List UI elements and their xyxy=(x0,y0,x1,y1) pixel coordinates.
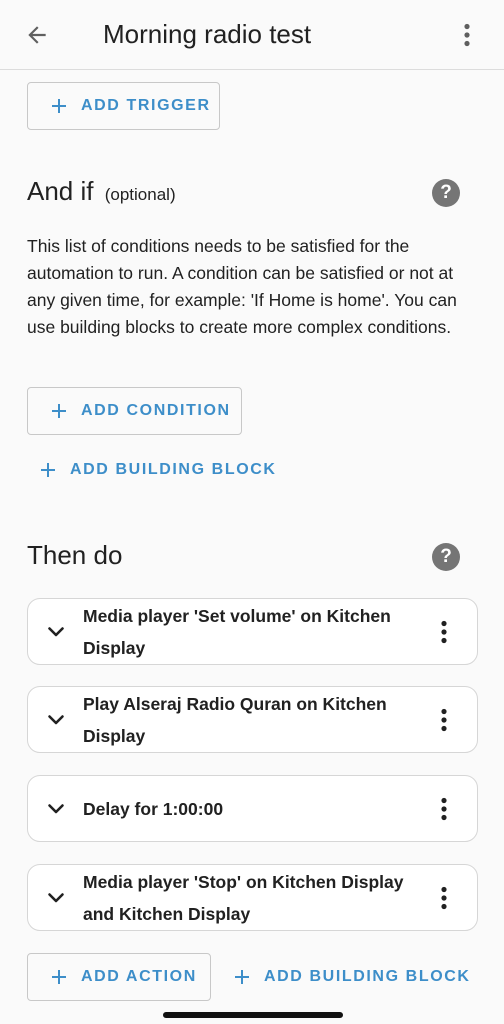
dots-vertical-icon xyxy=(464,23,470,47)
action-menu-button[interactable] xyxy=(429,792,459,826)
add-condition-label: ADD CONDITION xyxy=(81,402,231,419)
add-action-button[interactable]: ADD ACTION xyxy=(27,953,211,1001)
chevron-down-icon xyxy=(48,893,64,903)
conditions-description: This list of conditions needs to be sati… xyxy=(27,236,457,337)
plus-icon xyxy=(235,970,249,984)
actions-title: Then do xyxy=(27,540,123,570)
home-indicator[interactable] xyxy=(163,1012,343,1018)
action-label: Media player 'Stop' on Kitchen Display a… xyxy=(83,871,404,924)
action-label: Media player 'Set volume' on Kitchen Dis… xyxy=(83,605,391,658)
dots-vertical-icon xyxy=(441,886,447,910)
action-card[interactable]: Media player 'Set volume' on Kitchen Dis… xyxy=(27,598,478,665)
plus-icon xyxy=(41,463,55,477)
action-menu-button[interactable] xyxy=(429,703,459,737)
app-bar: Morning radio test xyxy=(0,0,504,70)
page-title: Morning radio test xyxy=(103,19,312,49)
actions-header: Then do xyxy=(27,540,122,571)
action-menu-button[interactable] xyxy=(429,615,459,649)
action-label: Delay for 1:00:00 xyxy=(83,798,224,819)
conditions-help-icon[interactable]: ? xyxy=(432,179,460,207)
dots-vertical-icon xyxy=(441,797,447,821)
action-card[interactable]: Play Alseraj Radio Quran on Kitchen Disp… xyxy=(27,686,478,753)
add-building-block-label: ADD BUILDING BLOCK xyxy=(264,968,471,985)
add-condition-button[interactable]: ADD CONDITION xyxy=(27,387,242,435)
add-building-block-label: ADD BUILDING BLOCK xyxy=(70,461,277,478)
add-condition-building-block-button[interactable]: ADD BUILDING BLOCK xyxy=(41,450,277,490)
dots-vertical-icon xyxy=(441,620,447,644)
action-card[interactable]: Media player 'Stop' on Kitchen Display a… xyxy=(27,864,478,931)
arrow-left-icon xyxy=(28,26,46,44)
conditions-title: And if xyxy=(27,176,94,206)
action-label: Play Alseraj Radio Quran on Kitchen Disp… xyxy=(83,693,387,746)
dots-vertical-icon xyxy=(441,708,447,732)
chevron-down-icon xyxy=(48,715,64,725)
chevron-down-icon xyxy=(48,627,64,637)
plus-icon xyxy=(52,99,66,113)
add-action-label: ADD ACTION xyxy=(81,968,197,985)
plus-icon xyxy=(52,404,66,418)
actions-help-icon[interactable]: ? xyxy=(432,543,460,571)
optional-label: (optional) xyxy=(104,185,176,204)
chevron-down-icon xyxy=(48,804,64,814)
overflow-menu-button[interactable] xyxy=(444,12,490,58)
action-menu-button[interactable] xyxy=(429,881,459,915)
add-trigger-button[interactable]: ADD TRIGGER xyxy=(27,82,220,130)
plus-icon xyxy=(52,970,66,984)
action-card[interactable]: Delay for 1:00:00 xyxy=(27,775,478,842)
back-button[interactable] xyxy=(14,12,60,58)
add-action-building-block-button[interactable]: ADD BUILDING BLOCK xyxy=(235,957,471,997)
conditions-header: And if (optional) xyxy=(27,176,176,207)
add-trigger-label: ADD TRIGGER xyxy=(81,97,211,114)
